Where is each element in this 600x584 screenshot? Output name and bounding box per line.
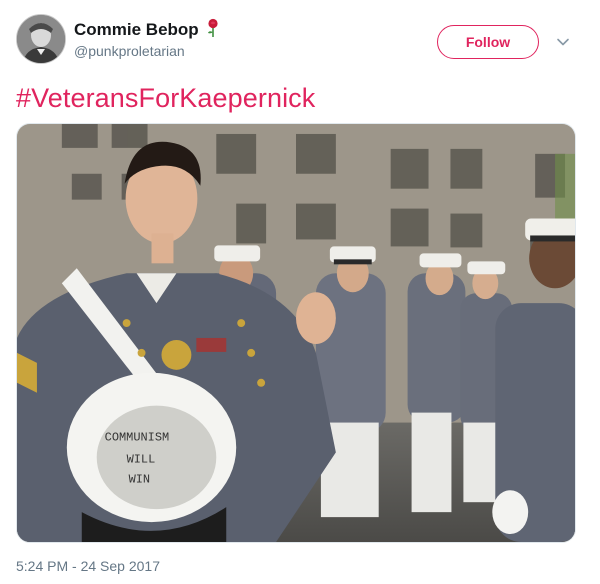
photo-scene: COMMUNISM WILL WIN [17,124,575,542]
cap-text-line-2: WILL [127,452,156,466]
chevron-down-icon[interactable] [556,35,570,49]
handle[interactable]: @punkproletarian [74,41,220,61]
avatar-portrait-icon [17,15,65,63]
hashtag-link[interactable]: #VeteransForKaepernick [16,81,315,115]
rose-icon [208,18,218,37]
author-block: Commie Bebop @punkproletarian [74,18,220,61]
tweet-timestamp[interactable]: 5:24 PM - 24 Sep 2017 [16,556,160,576]
cap-text-line-3: WIN [129,472,151,486]
display-name[interactable]: Commie Bebop [74,19,199,41]
tweet-photo[interactable]: COMMUNISM WILL WIN [16,123,576,543]
tweet-header: Commie Bebop @punkproletarian Follow [16,14,584,70]
follow-button[interactable]: Follow [437,25,539,59]
avatar[interactable] [16,14,66,64]
cap-text-line-1: COMMUNISM [105,430,170,444]
